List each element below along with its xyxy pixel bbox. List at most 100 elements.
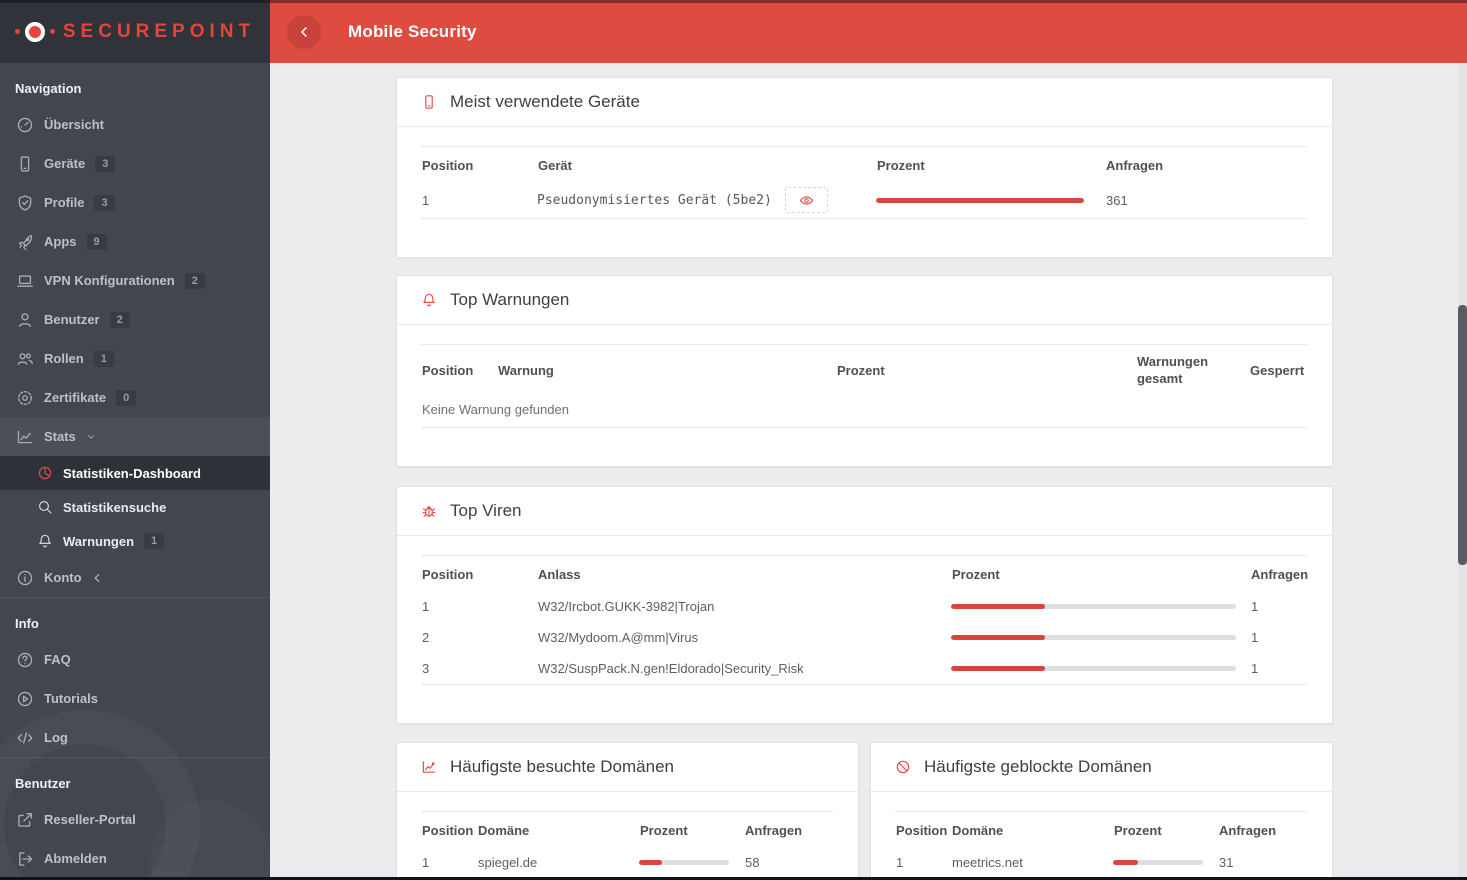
- card-title: Top Viren: [450, 501, 522, 520]
- laptop-icon: [16, 272, 34, 290]
- logout-icon: [16, 850, 34, 868]
- bug-icon: [421, 503, 437, 519]
- sidebar-item-label: Rollen: [44, 351, 84, 366]
- card-top-viruses: Top Viren Position Anlass Prozent Anfrag…: [396, 486, 1333, 724]
- sidebar-item-label: Profile: [44, 195, 85, 210]
- column-header: Anfragen: [1219, 823, 1277, 838]
- sidebar-section-label: Navigation: [15, 81, 82, 96]
- sidebar-item-abmelden[interactable]: Abmelden: [0, 839, 270, 878]
- table-row: 1 Pseudonymisiertes Gerät (5be2) 361: [421, 182, 1308, 218]
- sidebar-section: Info FAQ Tutorials Log: [0, 597, 270, 757]
- count-badge: 1: [93, 350, 114, 367]
- bell-icon: [37, 533, 53, 549]
- card-top-warnings: Top Warnungen Position Warnung Prozent W…: [396, 275, 1333, 467]
- securepoint-logo: SECUREPOINT: [14, 20, 256, 43]
- sidebar-item-profile[interactable]: Profile 3: [0, 183, 270, 222]
- sidebar-item-vpn-konfigurationen[interactable]: VPN Konfigurationen 2: [0, 261, 270, 300]
- table-row: 3 W32/SuspPack.N.gen!Eldorado|Security_R…: [421, 653, 1308, 684]
- progress-bar: [951, 635, 1236, 640]
- sidebar-item-warnungen[interactable]: Warnungen 1: [0, 524, 270, 558]
- count-badge: 2: [109, 311, 130, 328]
- device-name: Pseudonymisiertes Gerät (5be2): [537, 192, 772, 208]
- column-header: Prozent: [952, 567, 1000, 582]
- logo-area: SECUREPOINT: [0, 0, 270, 63]
- logo-text: SECUREPOINT: [62, 20, 256, 42]
- sidebar-item-rollen[interactable]: Rollen 1: [0, 339, 270, 378]
- progress-bar: [1113, 860, 1203, 865]
- pie-icon: [37, 465, 53, 481]
- progress-bar: [639, 860, 729, 865]
- count-badge: 1: [144, 533, 165, 549]
- count-badge: 9: [86, 233, 107, 250]
- virus-name: W32/Ircbot.GUKK-3982|Trojan: [538, 599, 715, 614]
- sidebar-item-konto[interactable]: Konto: [0, 558, 270, 597]
- chart-icon: [16, 428, 34, 446]
- requests-cell: 1: [1251, 661, 1259, 676]
- requests-cell: 1: [1251, 630, 1259, 645]
- sidebar-item-stats[interactable]: Stats: [0, 417, 270, 456]
- sidebar-item-statistiken-dashboard[interactable]: Statistiken-Dashboard: [0, 456, 270, 490]
- chevron-left-icon: [297, 25, 311, 39]
- column-header: Anlass: [538, 567, 581, 582]
- scrollbar-thumb[interactable]: [1458, 305, 1467, 565]
- column-header: Prozent: [837, 362, 885, 378]
- sidebar-item-bersicht[interactable]: Übersicht: [0, 105, 270, 144]
- sidebar-item-faq[interactable]: FAQ: [0, 640, 270, 679]
- info-icon: [16, 569, 34, 587]
- virus-name: W32/Mydoom.A@mm|Virus: [538, 630, 699, 645]
- sidebar-item-reseller-portal[interactable]: Reseller-Portal: [0, 800, 270, 839]
- mobile-icon: [16, 155, 34, 173]
- sidebar-item-label: Statistiken-Dashboard: [63, 465, 201, 481]
- dashboard-icon: [16, 116, 34, 134]
- external-link-icon: [16, 811, 34, 829]
- position-cell: 2: [422, 630, 430, 645]
- ban-icon: [895, 759, 911, 775]
- sidebar-item-benutzer[interactable]: Benutzer 2: [0, 300, 270, 339]
- sidebar-item-log[interactable]: Log: [0, 718, 270, 757]
- column-header: Warnung: [498, 362, 554, 378]
- sidebar-item-label: Zertifikate: [44, 390, 107, 405]
- progress-bar: [951, 666, 1236, 671]
- card-title: Häufigste besuchte Domänen: [450, 757, 674, 776]
- sidebar-item-label: Stats: [44, 429, 76, 444]
- column-header: Position: [422, 567, 474, 582]
- sidebar-item-ger-te[interactable]: Geräte 3: [0, 144, 270, 183]
- back-button[interactable]: [287, 14, 321, 49]
- sidebar-item-label: Konto: [44, 570, 82, 585]
- page-title: Mobile Security: [348, 21, 477, 41]
- requests-cell: 361: [1106, 192, 1128, 208]
- sidebar-item-apps[interactable]: Apps 9: [0, 222, 270, 261]
- view-device-button[interactable]: [784, 187, 828, 213]
- column-header: Warnungen gesamt: [1137, 354, 1209, 386]
- progress-bar: [951, 604, 1236, 609]
- sidebar-item-label: Statistikensuche: [63, 499, 167, 515]
- column-header: Position: [896, 823, 948, 838]
- sidebar-item-statistikensuche[interactable]: Statistikensuche: [0, 490, 270, 524]
- card-title: Meist verwendete Geräte: [450, 92, 640, 111]
- column-header: Gesperrt: [1250, 362, 1305, 378]
- users-icon: [16, 350, 34, 368]
- card-title: Top Warnungen: [450, 290, 570, 309]
- sidebar: SECUREPOINT Navigation Übersicht Geräte 3 Pr…: [0, 0, 270, 880]
- rocket-icon: [16, 233, 34, 251]
- sidebar-item-tutorials[interactable]: Tutorials: [0, 679, 270, 718]
- search-icon: [37, 499, 53, 515]
- sidebar-section-label: Benutzer: [15, 776, 71, 791]
- scrollbar-track[interactable]: [1458, 63, 1467, 880]
- count-badge: 3: [94, 194, 115, 211]
- sidebar-item-zertifikate[interactable]: Zertifikate 0: [0, 378, 270, 417]
- requests-cell: 58: [745, 855, 760, 870]
- progress-bar: [876, 197, 1084, 203]
- card-blocked-domains: Häufigste geblockte Domänen Position Dom…: [870, 742, 1333, 880]
- main-content: Meist verwendete Geräte Position Gerät P…: [270, 63, 1467, 880]
- logo-dot-icon: [14, 29, 20, 34]
- sidebar-item-label: Tutorials: [44, 691, 98, 706]
- column-header: Domäne: [952, 823, 1004, 838]
- code-icon: [16, 729, 34, 747]
- count-badge: 2: [184, 272, 205, 289]
- sidebar-item-label: FAQ: [44, 652, 71, 667]
- sidebar-item-label: Log: [44, 730, 68, 745]
- domain-cell: spiegel.de: [478, 855, 538, 870]
- column-header: Domäne: [478, 823, 530, 838]
- column-header: Position: [422, 362, 474, 378]
